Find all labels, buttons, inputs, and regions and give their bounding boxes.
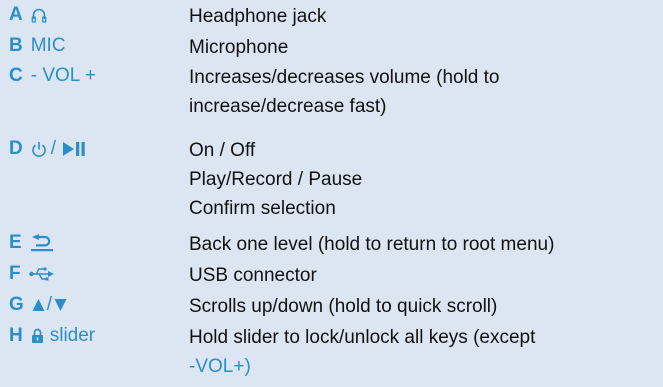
control-key: F bbox=[9, 261, 55, 286]
control-label: / bbox=[46, 294, 53, 315]
control-description: Microphone bbox=[189, 37, 289, 58]
control-description: Hold slider to lock/unlock all keys (exc… bbox=[189, 323, 659, 381]
control-key: C - VOL + bbox=[9, 63, 96, 88]
control-letter: E bbox=[9, 232, 22, 253]
control-label: MIC bbox=[30, 35, 66, 56]
control-letter: B bbox=[9, 35, 23, 56]
power-icon bbox=[31, 140, 47, 158]
control-key: E bbox=[9, 230, 54, 255]
control-description: Headphone jack bbox=[189, 6, 327, 27]
control-letter: G bbox=[9, 294, 24, 315]
control-key: D / bbox=[9, 136, 86, 161]
usb-icon bbox=[28, 266, 55, 282]
down-arrow-icon bbox=[54, 298, 67, 312]
control-key: B MIC bbox=[9, 33, 66, 58]
back-icon bbox=[30, 233, 54, 252]
control-letter: H bbox=[9, 325, 23, 346]
control-letter: C bbox=[9, 65, 23, 86]
lock-icon bbox=[31, 328, 44, 344]
control-key: H slider bbox=[9, 323, 95, 348]
control-description: Increases/decreases volume (hold to incr… bbox=[189, 67, 500, 117]
control-description: Back one level (hold to return to root m… bbox=[189, 234, 555, 255]
control-letter: A bbox=[9, 4, 23, 25]
control-description: USB connector bbox=[189, 265, 317, 286]
control-label: / bbox=[50, 138, 57, 159]
vol-reference: -VOL+) bbox=[189, 356, 251, 377]
control-description: On / Off Play/Record / Pause Confirm sel… bbox=[189, 140, 363, 219]
control-key: G / bbox=[9, 292, 67, 317]
control-letter: D bbox=[9, 138, 23, 159]
control-label: slider bbox=[49, 325, 96, 346]
control-label: - VOL + bbox=[30, 65, 97, 86]
headphone-icon bbox=[31, 6, 47, 24]
play-pause-icon bbox=[62, 141, 86, 157]
up-arrow-icon bbox=[32, 298, 45, 312]
control-description: Scrolls up/down (hold to quick scroll) bbox=[189, 296, 498, 317]
control-key: A bbox=[9, 2, 47, 27]
controls-table: A Headphone jack B MIC Microphone C - VO… bbox=[0, 0, 663, 387]
control-letter: F bbox=[9, 263, 21, 284]
